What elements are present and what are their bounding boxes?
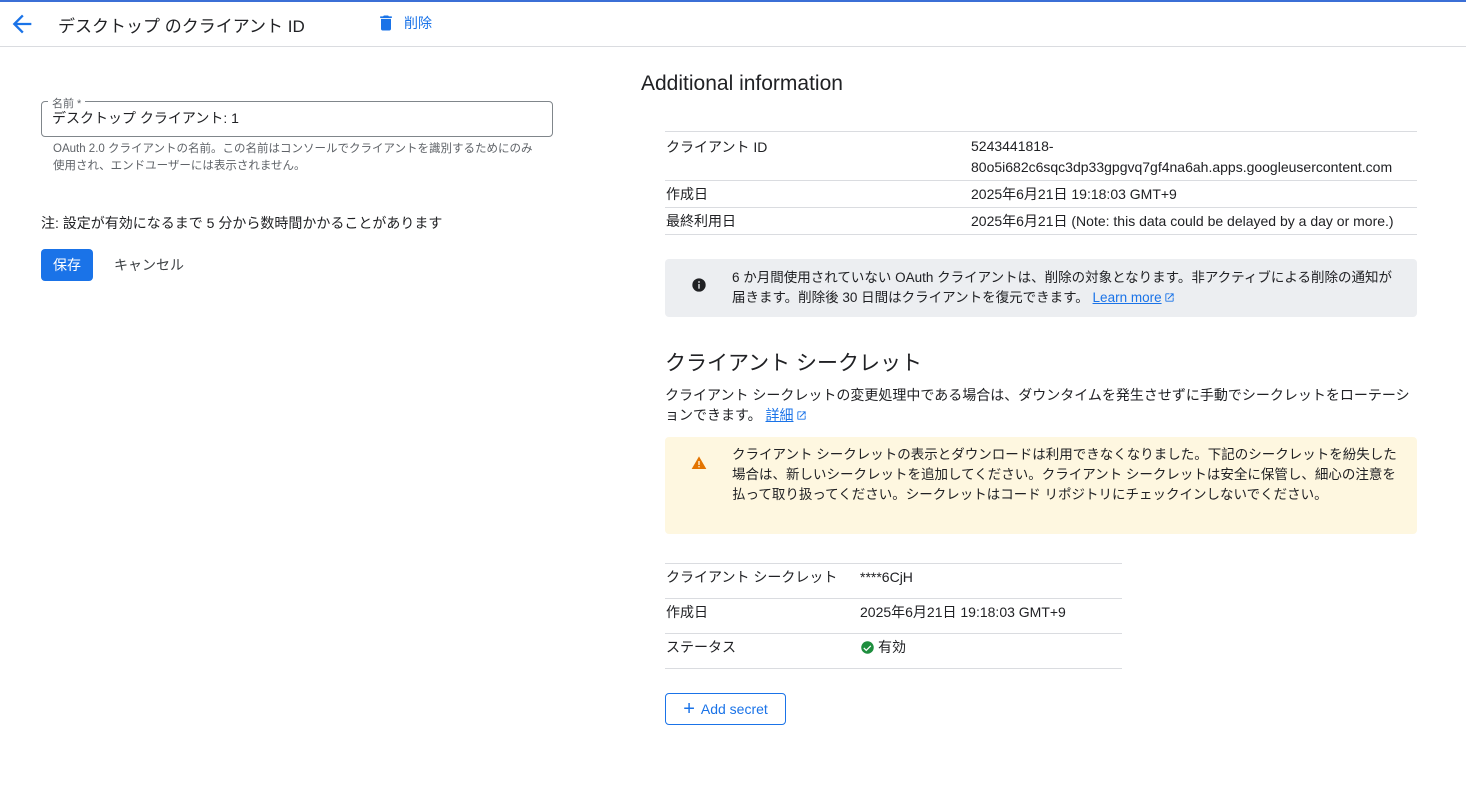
- client-secret-title: クライアント シークレット: [665, 352, 922, 375]
- learn-more-link[interactable]: Learn more: [1093, 290, 1175, 305]
- inactivity-info-banner: 6 か月間使用されていない OAuth クライアントは、削除の対象となります。非…: [665, 259, 1417, 317]
- row-key: ステータス: [666, 639, 736, 655]
- row-value: 2025年6月21日 19:18:03 GMT+9: [971, 186, 1177, 202]
- client-secret-description: クライアント シークレットの変更処理中である場合は、ダウンタイムを発生させずに手…: [665, 385, 1417, 425]
- settings-note: 注: 設定が有効になるまで 5 分から数時間かかることがあります: [41, 215, 443, 231]
- row-key: 最終利用日: [666, 213, 736, 229]
- add-secret-button[interactable]: + Add secret: [665, 693, 786, 725]
- arrow-back-icon: [12, 14, 32, 34]
- warning-icon: [691, 456, 707, 469]
- row-key: 作成日: [666, 604, 708, 620]
- name-label: 名前 *: [48, 95, 86, 111]
- name-help-text: OAuth 2.0 クライアントの名前。この名前はコンソールでクライアントを識別…: [53, 143, 533, 172]
- info-banner-text: 6 か月間使用されていない OAuth クライアントは、削除の対象となります。非…: [732, 268, 1397, 308]
- row-value: 2025年6月21日 (Note: this data could be del…: [971, 213, 1394, 229]
- table-row: 最終利用日 2025年6月21日 (Note: this data could …: [665, 208, 1417, 235]
- table-row: 作成日 2025年6月21日 19:18:03 GMT+9: [665, 599, 1122, 634]
- name-input[interactable]: [52, 110, 542, 126]
- row-key: 作成日: [666, 186, 708, 202]
- row-key: クライアント ID: [666, 139, 768, 155]
- page-header: デスクトップ のクライアント ID 削除: [0, 2, 1466, 47]
- row-key: クライアント シークレット: [666, 569, 838, 585]
- page-title: デスクトップ のクライアント ID: [58, 17, 305, 36]
- info-banner-message: 6 か月間使用されていない OAuth クライアントは、削除の対象となります。非…: [732, 270, 1392, 305]
- warning-text: クライアント シークレットの表示とダウンロードは利用できなくなりました。下記のシ…: [732, 447, 1397, 502]
- details-link[interactable]: 詳細: [766, 407, 807, 423]
- plus-icon: +: [683, 698, 695, 720]
- details-label: 詳細: [765, 407, 794, 423]
- table-row: ステータス 有効: [665, 634, 1122, 669]
- row-value: 2025年6月21日 19:18:03 GMT+9: [860, 604, 1066, 620]
- add-secret-label: Add secret: [700, 701, 768, 717]
- secret-table: クライアント シークレット ****6CjH 作成日 2025年6月21日 19…: [665, 563, 1122, 669]
- back-button[interactable]: [8, 10, 36, 38]
- save-button[interactable]: 保存: [41, 249, 93, 281]
- table-row: 作成日 2025年6月21日 19:18:03 GMT+9: [665, 181, 1417, 208]
- info-icon: [692, 278, 706, 292]
- client-id-value: 5243441818- 80o5i682c6sqc3dp33gpgvq7gf4na…: [971, 132, 1417, 180]
- open-in-new-icon: [1164, 293, 1174, 302]
- open-in-new-icon: [796, 411, 806, 420]
- check-circle-icon: [861, 640, 874, 654]
- delete-button[interactable]: 削除: [376, 11, 432, 35]
- secret-value: ****6CjH: [860, 569, 913, 585]
- info-table: クライアント ID 5243441818- 80o5i682c6sqc3dp33g…: [665, 131, 1417, 235]
- table-row: クライアント シークレット ****6CjH: [665, 564, 1122, 599]
- name-field[interactable]: [41, 101, 553, 137]
- learn-more-label: Learn more: [1092, 290, 1162, 305]
- table-row: クライアント ID 5243441818- 80o5i682c6sqc3dp33g…: [665, 132, 1417, 181]
- additional-info-title: Additional information: [641, 72, 843, 95]
- status-badge: 有効: [878, 639, 906, 655]
- trash-icon: [380, 15, 392, 31]
- secret-warning-banner: クライアント シークレットの表示とダウンロードは利用できなくなりました。下記のシ…: [665, 437, 1417, 534]
- status-value: 有効: [860, 637, 1122, 665]
- client-id-text: 5243441818- 80o5i682c6sqc3dp33gpgvq7gf4na…: [971, 138, 1393, 175]
- cancel-button[interactable]: キャンセル: [108, 249, 190, 281]
- delete-label: 削除: [404, 15, 432, 31]
